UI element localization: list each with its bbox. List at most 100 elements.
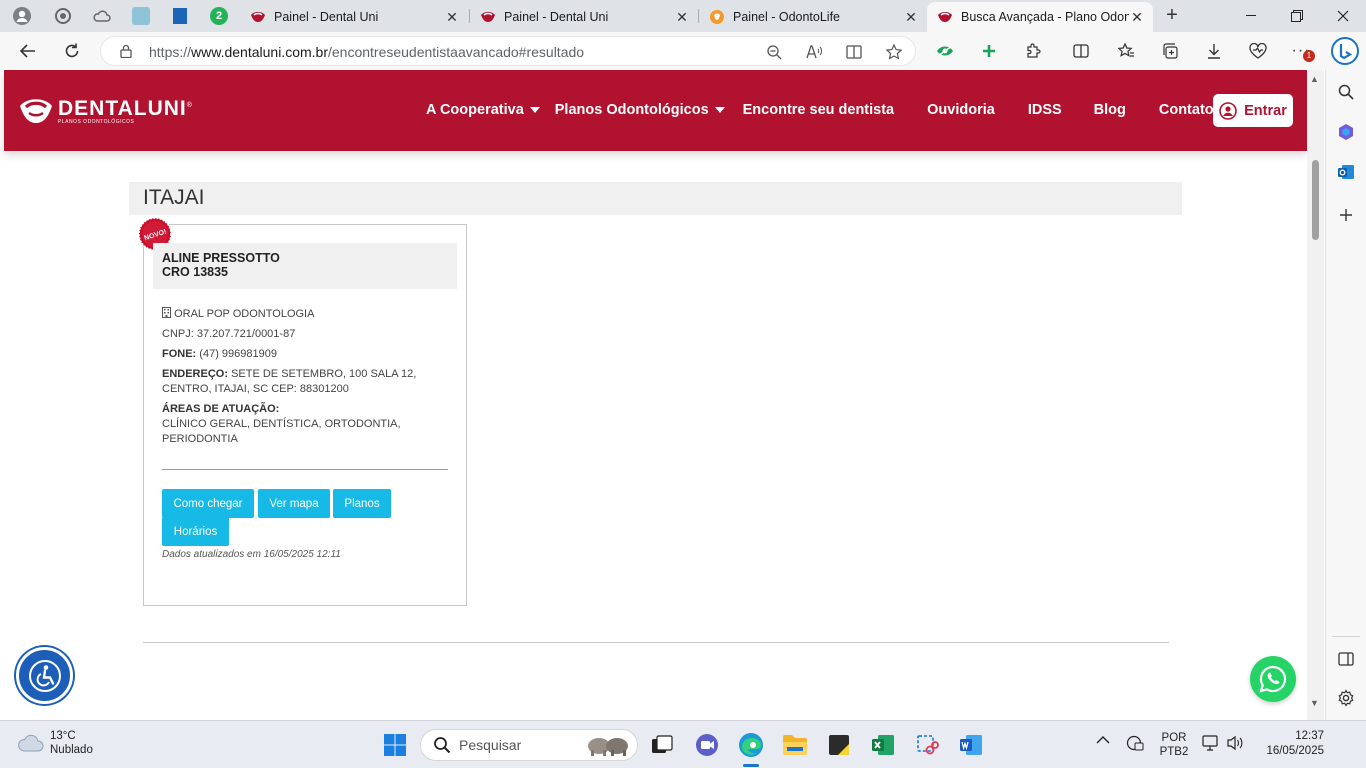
tab-close-icon[interactable]: ✕ [674,9,690,26]
taskbar-search[interactable]: Pesquisar [420,729,638,761]
pinned-tab-app-icon[interactable] [125,4,157,28]
close-window-button[interactable] [1320,0,1366,32]
favorite-star-icon[interactable] [881,40,907,64]
edge-browser-icon[interactable] [733,727,769,767]
windows-logo-icon [384,734,406,756]
tab-title: Painel - OdontoLife [733,10,841,24]
nav-a-cooperativa[interactable]: A Cooperativa [426,102,540,118]
task-view-icon[interactable] [644,727,680,763]
browser-essentials-icon[interactable] [1244,38,1272,64]
excel-icon[interactable] [865,727,901,763]
ver-mapa-button[interactable]: Ver mapa [258,489,330,518]
dentist-cro: CRO 13835 [162,265,229,279]
extension-eye-icon[interactable] [931,38,959,64]
pinned-tab-cloud-icon[interactable] [86,4,118,28]
minimize-button[interactable] [1228,0,1274,32]
accessibility-button[interactable] [16,647,73,704]
teams-chat-icon[interactable] [689,727,725,763]
tab-close-icon[interactable]: ✕ [903,9,919,26]
tab-painel-odontolife[interactable]: Painel - OdontoLife ✕ [699,2,927,32]
sidebar-add-icon[interactable] [1333,202,1359,228]
nav-ouvidoria[interactable]: Ouvidoria [927,102,995,118]
collections-icon[interactable] [1156,38,1184,64]
nav-label: Ouvidoria [927,102,995,118]
sidebar-copilot-icon[interactable] [1333,119,1359,145]
sidebar-outlook-icon[interactable] [1333,159,1359,185]
system-clock[interactable]: 12:37 16/05/2025 [1254,729,1324,759]
read-aloud-icon[interactable] [801,40,827,64]
downloads-icon[interactable] [1200,38,1228,64]
settings-more-button[interactable]: ··· 1 [1287,38,1315,64]
tab-close-icon[interactable]: ✕ [444,9,460,26]
login-button[interactable]: Entrar [1213,94,1293,127]
file-explorer-icon[interactable] [777,727,813,763]
updated-timestamp: Dados atualizados em 16/05/2025 12:11 [162,549,341,560]
planos-button[interactable]: Planos [333,489,391,518]
accessibility-icon [28,659,61,692]
dentist-name: ALINE PRESSOTTO [162,251,280,265]
tab-painel-dental-uni-1[interactable]: Painel - Dental Uni ✕ [240,2,468,32]
dentaluni-logo[interactable]: DENTALUNI® PLANOS ODONTOLÓGICOS [18,96,193,125]
areas-value: CLÍNICO GERAL, DENTÍSTICA, ORTODONTIA, P… [162,418,401,445]
sidebar-panel-icon[interactable] [1333,646,1359,672]
refresh-button[interactable] [58,38,86,64]
weather-widget[interactable]: 13°C Nublado [18,729,93,757]
clock-date: 16/05/2025 [1266,745,1324,757]
show-hidden-icons-chevron-icon[interactable] [1096,735,1110,749]
sidebar-divider [1332,636,1360,637]
lock-icon[interactable] [119,44,133,58]
scroll-down-arrow-icon[interactable]: ▼ [1310,698,1319,708]
display-icon[interactable] [1202,735,1220,755]
extensions-icon[interactable] [1019,38,1047,64]
extension-plus-icon[interactable] [975,38,1003,64]
restore-button[interactable] [1274,0,1320,32]
scroll-thumb[interactable] [1312,160,1319,240]
tab-painel-dental-uni-2[interactable]: Painel - Dental Uni ✕ [470,2,698,32]
new-tab-button[interactable]: + [1160,4,1184,28]
clinic-name: ORAL POP ODONTOLOGIA [174,308,315,320]
sticky-notes-icon[interactable] [821,727,857,763]
immersive-reader-icon[interactable] [841,40,867,64]
network-weather-icon[interactable] [1126,735,1144,755]
sidebar-search-icon[interactable] [1333,79,1359,105]
horarios-button[interactable]: Horários [162,517,229,546]
search-highlight-elephants-icon [588,738,628,756]
pinned-tab-whatsapp-icon[interactable]: 2 [203,4,235,28]
nav-idss[interactable]: IDSS [1028,102,1062,118]
split-screen-icon[interactable] [1067,38,1095,64]
url-text[interactable]: https://www.dentaluni.com.br/encontreseu… [149,44,584,60]
start-button[interactable] [377,727,413,763]
language-indicator[interactable]: POR PTB2 [1158,731,1190,759]
pinned-tab-calendar-icon[interactable] [164,4,196,28]
pinned-tab-gear-icon[interactable] [47,4,79,28]
card-divider [162,469,448,470]
profile-icon[interactable] [6,4,38,28]
nav-blog[interactable]: Blog [1094,102,1126,118]
como-chegar-button[interactable]: Como chegar [162,489,254,518]
tab-busca-avancada[interactable]: Busca Avançada - Plano Odont ✕ [927,2,1153,32]
scroll-up-arrow-icon[interactable]: ▲ [1310,74,1319,84]
areas-line: ÁREAS DE ATUAÇÃO: CLÍNICO GERAL, DENTÍSTI… [162,402,452,447]
nav-encontre-seu-dentista[interactable]: Encontre seu dentista [743,102,894,118]
tab-close-icon[interactable]: ✕ [1129,9,1145,26]
whatsapp-button[interactable] [1250,656,1296,702]
favorites-icon[interactable] [1112,38,1140,64]
sidebar-settings-icon[interactable] [1333,685,1359,711]
nav-label: Encontre seu dentista [742,102,895,118]
nav-contato[interactable]: Contato [1159,102,1214,118]
page-scrollbar[interactable]: ▲ ▼ [1307,70,1324,720]
city-title: ITAJAI [143,186,205,209]
areas-label: ÁREAS DE ATUAÇÃO: [162,403,280,415]
volume-icon[interactable] [1226,735,1244,755]
snipping-tool-icon[interactable] [909,727,945,763]
windows-taskbar: 13°C Nublado Pesquisar POR PTB2 12:37 16… [0,720,1366,768]
address-bar[interactable]: https://www.dentaluni.com.br/encontreseu… [100,36,916,66]
nav-planos-odontologicos[interactable]: Planos Odontológicos [555,102,725,118]
zoom-out-icon[interactable] [761,40,787,64]
copilot-icon[interactable] [1330,36,1360,66]
dentaluni-favicon-icon [937,9,953,25]
address-line: ENDEREÇO: SETE DE SETEMBRO, 100 SALA 12,… [162,367,452,397]
back-button[interactable] [14,38,42,64]
logo-name-text: DENTALUNI [58,97,187,120]
word-icon[interactable] [953,727,989,763]
